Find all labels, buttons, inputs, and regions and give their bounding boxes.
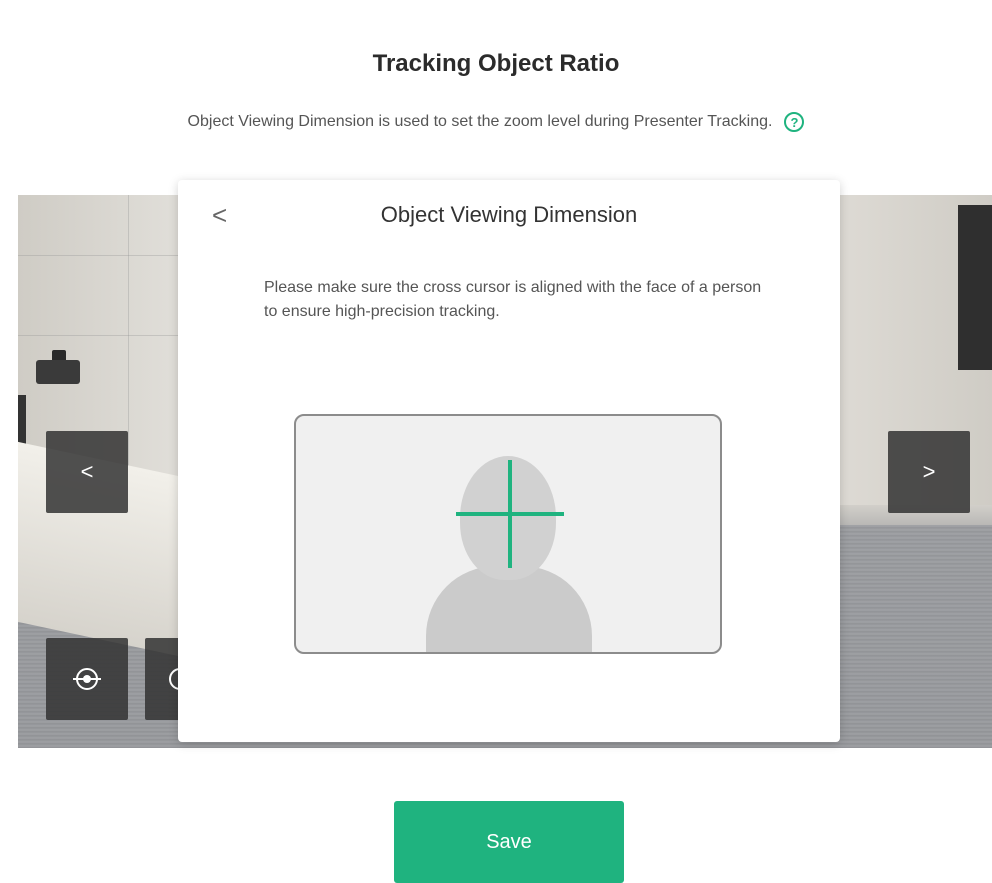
help-icon[interactable]: ? (784, 112, 805, 132)
chevron-right-icon: > (922, 459, 936, 484)
crosshair-horizontal (456, 512, 564, 516)
target-button[interactable] (46, 638, 128, 720)
chevron-left-icon: < (80, 459, 94, 484)
tracking-object-ratio-page: Tracking Object Ratio Object Viewing Dim… (0, 0, 992, 883)
object-viewing-dimension-dialog: < Object Viewing Dimension Please make s… (178, 180, 840, 742)
next-view-button[interactable]: > (888, 431, 970, 513)
camera-screen (958, 205, 992, 370)
dialog-title: Object Viewing Dimension (380, 202, 638, 227)
page-title: Tracking Object Ratio (372, 50, 620, 77)
face-alignment-illustration (294, 414, 722, 654)
subtitle-row: Object Viewing Dimension is used to set … (0, 112, 992, 132)
page-subtitle: Object Viewing Dimension is used to set … (187, 113, 773, 130)
dialog-instruction: Please make sure the cross cursor is ali… (264, 279, 762, 320)
camera-device (36, 360, 80, 384)
target-icon (73, 668, 101, 690)
previous-view-button[interactable]: < (46, 431, 128, 513)
save-button[interactable]: Save (394, 801, 624, 883)
